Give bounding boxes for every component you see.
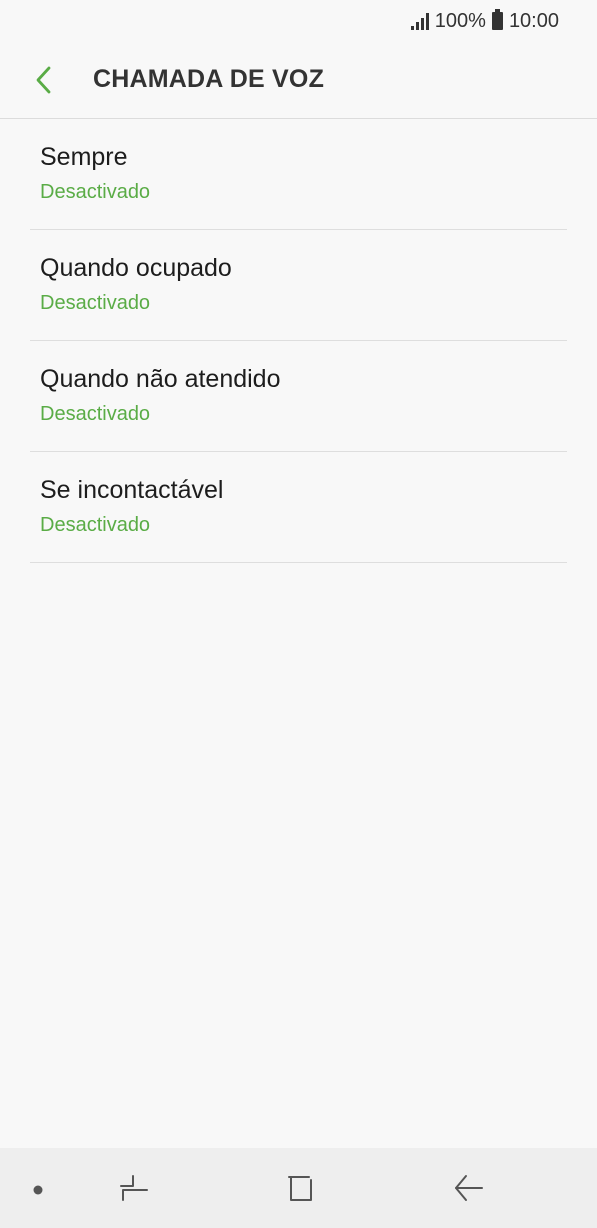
- item-status: Desactivado: [40, 181, 151, 203]
- list-item-quando-nao-atendido[interactable]: Quando não atendido Desactivado: [30, 341, 567, 452]
- item-title: Se incontactável: [40, 476, 224, 504]
- forwarding-options-list: Sempre Desactivado Quando ocupado Desact…: [30, 119, 567, 563]
- list-item-se-incontactavel[interactable]: Se incontactável Desactivado: [30, 452, 567, 563]
- item-title: Quando ocupado: [40, 254, 232, 282]
- back-nav-button[interactable]: [448, 1170, 488, 1206]
- battery-percent: 100%: [434, 9, 486, 32]
- item-status: Desactivado: [40, 292, 151, 314]
- status-time: 10:00: [508, 9, 559, 32]
- list-item-sempre[interactable]: Sempre Desactivado: [30, 119, 567, 230]
- app-header: CHAMADA DE VOZ: [0, 44, 597, 118]
- item-status: Desactivado: [40, 403, 151, 425]
- battery-icon: [491, 9, 503, 30]
- recent-apps-button[interactable]: [115, 1170, 155, 1206]
- status-bar: 100% 10:00: [0, 0, 597, 44]
- status-icons: 100% 10:00: [410, 8, 559, 34]
- home-button[interactable]: [283, 1170, 319, 1206]
- item-status: Desactivado: [40, 514, 151, 536]
- item-title: Sempre: [40, 143, 128, 171]
- back-icon: [455, 1175, 483, 1201]
- dot-icon[interactable]: [30, 1182, 46, 1198]
- navigation-bar: [0, 1148, 597, 1228]
- recent-apps-icon: [120, 1175, 148, 1201]
- page-title: CHAMADA DE VOZ: [93, 65, 325, 93]
- back-arrow-icon: [36, 66, 51, 94]
- signal-icon: [410, 12, 429, 30]
- item-title: Quando não atendido: [40, 365, 281, 393]
- home-icon: [288, 1176, 312, 1201]
- back-button[interactable]: [22, 58, 66, 102]
- list-item-quando-ocupado[interactable]: Quando ocupado Desactivado: [30, 230, 567, 341]
